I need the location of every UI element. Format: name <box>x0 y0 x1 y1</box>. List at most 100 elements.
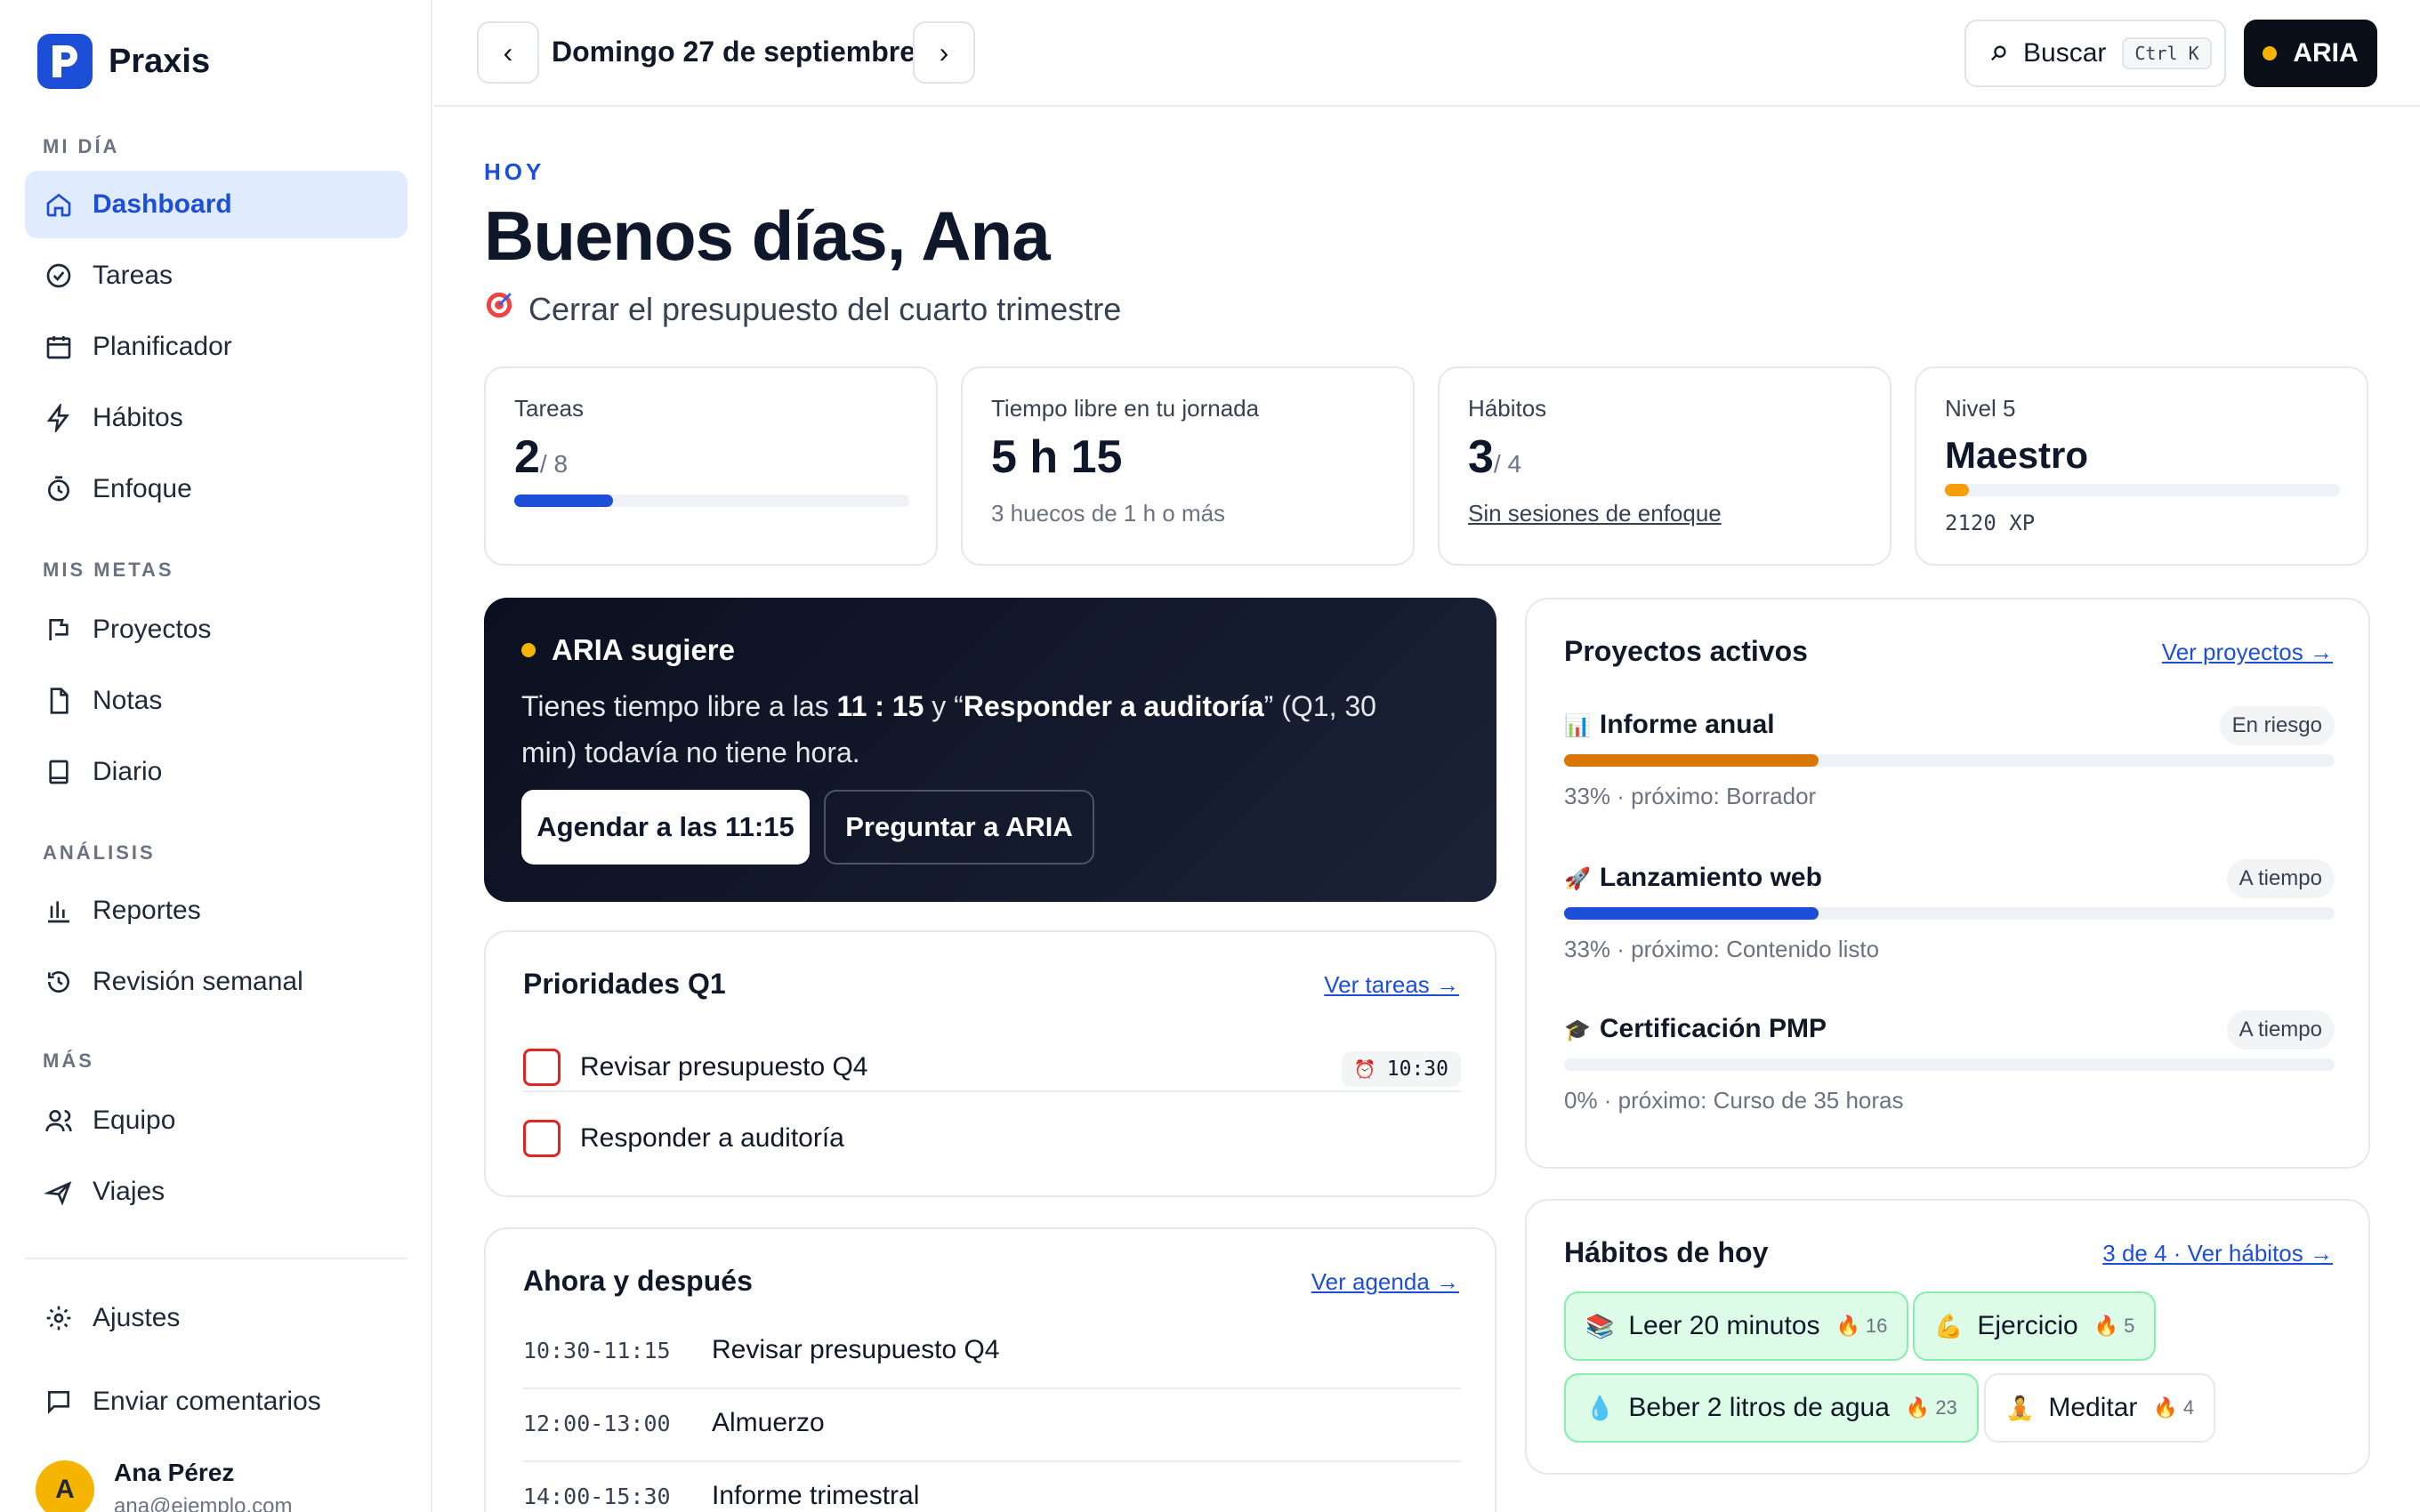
alarm-icon: ⏰ <box>1353 1058 1376 1080</box>
history-icon <box>43 966 75 998</box>
view-agenda-link[interactable]: Ver agenda → <box>1311 1268 1459 1296</box>
tasks-progress-bar <box>514 495 909 507</box>
sidebar-item-enfoque[interactable]: Enfoque <box>25 455 407 523</box>
project-name: 🚀 Lanzamiento web <box>1564 863 1822 893</box>
sidebar-item-label: Enviar comentarios <box>93 1387 321 1416</box>
focus-sessions-link[interactable]: Sin sesiones de enfoque <box>1468 500 1722 527</box>
sidebar-item-dashboard[interactable]: Dashboard <box>25 171 407 238</box>
schedule-row[interactable]: 12:00-13:00 Almuerzo <box>523 1387 825 1459</box>
section-label-analisis: ANÁLISIS <box>43 841 156 864</box>
task-checkbox[interactable] <box>523 1120 561 1157</box>
habit-chip[interactable]: 🧘 Meditar 🔥 4 <box>1984 1373 2216 1443</box>
stat-sub: 3 huecos de 1 h o más <box>991 500 1226 527</box>
book-icon <box>43 756 75 788</box>
prev-day-button[interactable]: ‹ <box>477 21 539 84</box>
view-projects-link[interactable]: Ver proyectos → <box>2162 639 2333 666</box>
habit-streak: 🔥 4 <box>2153 1396 2195 1419</box>
schedule-row[interactable]: 14:00-15:30 Informe trimestral <box>523 1460 919 1512</box>
gear-icon <box>43 1302 75 1334</box>
sidebar-item-habitos[interactable]: Hábitos <box>25 384 407 452</box>
stat-card-habits[interactable]: Hábitos 3/ 4 Sin sesiones de enfoque <box>1438 366 1892 566</box>
sidebar-item-viajes[interactable]: Viajes <box>25 1158 407 1226</box>
sidebar-item-diario[interactable]: Diario <box>25 738 407 806</box>
sidebar-item-label: Diario <box>93 757 163 786</box>
aria-status-dot-icon <box>2263 46 2278 60</box>
schedule-row[interactable]: 10:30-11:15 Revisar presupuesto Q4 <box>523 1315 1000 1386</box>
habits-card: Hábitos de hoy 3 de 4 · Ver hábitos → 📚 … <box>1525 1199 2370 1475</box>
schedule-time: 10:30-11:15 <box>523 1337 671 1363</box>
chevron-left-icon: ‹ <box>503 36 513 68</box>
sidebar-divider <box>25 1258 407 1259</box>
aria-suggested-time: 11 : 15 <box>836 690 924 722</box>
chevron-right-icon: › <box>939 36 949 68</box>
sidebar-item-label: Viajes <box>93 1177 165 1206</box>
schedule-label: Revisar presupuesto Q4 <box>712 1335 1000 1364</box>
sidebar-item-notas[interactable]: Notas <box>25 667 407 735</box>
date-title: Domingo 27 de septiembre <box>552 36 916 68</box>
habit-name: Meditar <box>2048 1393 2138 1422</box>
habit-chip[interactable]: 📚 Leer 20 minutos 🔥 16 <box>1564 1291 1909 1361</box>
aria-card-title-text: ARIA sugiere <box>552 633 735 666</box>
section-label-mas: MÁS <box>43 1050 94 1072</box>
flag-icon <box>43 614 75 646</box>
graduation-cap-emoji-icon: 🎓 <box>1564 1018 1591 1042</box>
view-habits-link[interactable]: 3 de 4 · Ver hábitos → <box>2102 1240 2333 1267</box>
search-shortcut: Ctrl K <box>2122 37 2212 69</box>
sidebar-item-label: Enfoque <box>93 474 192 503</box>
project-name-text: Lanzamiento web <box>1599 863 1822 892</box>
stat-value: 3/ 4 <box>1468 431 1522 483</box>
stat-card-tasks[interactable]: Tareas 2/ 8 <box>484 366 938 566</box>
habit-streak: 🔥 16 <box>1835 1315 1888 1337</box>
stat-label: Tareas <box>514 395 585 422</box>
next-day-button[interactable]: › <box>913 21 975 84</box>
view-tasks-link[interactable]: Ver tareas → <box>1324 971 1459 999</box>
ask-aria-button[interactable]: Preguntar a ARIA <box>824 790 1094 865</box>
books-emoji-icon: 📚 <box>1585 1312 1615 1339</box>
sidebar-item-tareas[interactable]: Tareas <box>25 242 407 310</box>
project-progress-bar <box>1564 907 2335 920</box>
stat-card-free-time[interactable]: Tiempo libre en tu jornada 5 h 15 3 huec… <box>961 366 1415 566</box>
muscle-emoji-icon: 💪 <box>1934 1312 1964 1339</box>
flame-icon: 🔥 <box>2093 1315 2119 1337</box>
project-sub: 33% · próximo: Borrador <box>1564 783 1817 809</box>
project-name: 🎓 Certificación PMP <box>1564 1014 1827 1044</box>
task-row[interactable]: Responder a auditoría <box>523 1103 1461 1174</box>
stat-label: Tiempo libre en tu jornada <box>991 395 1260 422</box>
sidebar-item-enviar-comentarios[interactable]: Enviar comentarios <box>25 1368 407 1436</box>
schedule-button[interactable]: Agendar a las 11:15 <box>521 790 810 865</box>
projects-card: Proyectos activos Ver proyectos → 📊 Infor… <box>1525 598 2370 1169</box>
habit-chip[interactable]: 💪 Ejercicio 🔥 5 <box>1913 1291 2157 1361</box>
stat-card-level[interactable]: Nivel 5 Maestro 2120 XP <box>1915 366 2368 566</box>
task-checkbox[interactable] <box>523 1049 561 1086</box>
sidebar-item-label: Dashboard <box>93 189 232 219</box>
schedule-card: Ahora y después Ver agenda → 10:30-11:15… <box>484 1227 1496 1512</box>
sidebar-item-equipo[interactable]: Equipo <box>25 1087 407 1154</box>
project-name-text: Informe anual <box>1599 710 1775 739</box>
sidebar-item-reportes[interactable]: Reportes <box>25 877 407 945</box>
status-badge: A tiempo <box>2226 859 2335 898</box>
sidebar-item-planificador[interactable]: Planificador <box>25 313 407 381</box>
project-progress-bar <box>1564 1058 2335 1071</box>
schedule-time: 14:00-15:30 <box>523 1483 671 1509</box>
sidebar-item-label: Hábitos <box>93 403 183 432</box>
aria-suggestion-card: ARIA sugiere Tienes tiempo libre a las 1… <box>484 598 1496 902</box>
task-label: Revisar presupuesto Q4 <box>580 1052 868 1082</box>
avatar[interactable]: A <box>36 1460 94 1512</box>
sidebar-item-label: Planificador <box>93 332 232 361</box>
schedule-time: 12:00-13:00 <box>523 1410 671 1436</box>
stat-label: Hábitos <box>1468 395 1547 422</box>
sidebar-item-label: Tareas <box>93 261 173 290</box>
sidebar-item-revision-semanal[interactable]: Revisión semanal <box>25 948 407 1016</box>
habit-streak: 🔥 23 <box>1905 1396 1957 1419</box>
daily-goal[interactable]: Cerrar el presupuesto del cuarto trimest… <box>484 290 1121 328</box>
card-title: Prioridades Q1 <box>523 968 726 1000</box>
sidebar-item-proyectos[interactable]: Proyectos <box>25 596 407 664</box>
habit-chip[interactable]: 💧 Beber 2 litros de agua 🔥 23 <box>1564 1373 1979 1443</box>
task-row[interactable]: Revisar presupuesto Q4 ⏰ 10:30 <box>523 1032 1461 1103</box>
flame-icon: 🔥 <box>2153 1396 2178 1419</box>
xp-progress-bar <box>1945 484 2340 496</box>
aria-button[interactable]: ARIA <box>2244 20 2377 87</box>
brand[interactable]: Praxis <box>37 34 210 89</box>
sidebar-item-ajustes[interactable]: Ajustes <box>25 1284 407 1352</box>
search-button[interactable]: Buscar Ctrl K <box>1964 20 2226 87</box>
